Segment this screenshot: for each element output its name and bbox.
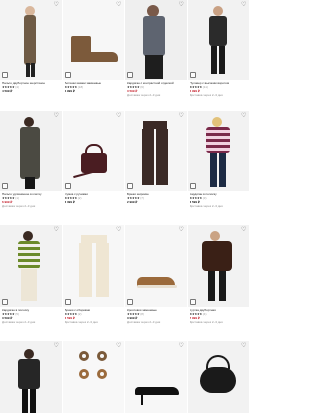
product-card[interactable]: ♡ Кардиган в полоску ★★★★★ (5) 3 599 ₽ Д… [0, 225, 63, 341]
product-card[interactable]: ♡ Пальто двубортное шерстяное ★★★★★ (4) … [0, 0, 63, 111]
bag-icon[interactable] [64, 72, 71, 78]
delivery-note: Доставка через 2–3 дня [2, 204, 36, 208]
delivery-note: Доставка через 2–3 дня [189, 93, 223, 97]
heart-icon[interactable]: ♡ [54, 113, 60, 119]
product-image[interactable]: ♡ [62, 225, 124, 307]
product-card[interactable]: ♡ Кроссовки замшевые ★★★★★ (8) 3 999 ₽ Д… [125, 225, 188, 341]
heart-icon[interactable]: ♡ [116, 227, 122, 233]
heart-icon[interactable]: ♡ [241, 2, 247, 8]
heart-icon[interactable]: ♡ [179, 227, 185, 233]
product-card[interactable]: ♡ Ботинки казаки замшевые ★★★★★ (18) 4 9… [62, 0, 125, 111]
product-card[interactable]: ♡ Пуловер с высоким воротом ★★★★★ (11) 2… [187, 0, 250, 111]
product-card[interactable]: ♡ Пальто удлинённое в клетку ★★★★★ (1) 6… [0, 111, 63, 225]
bag-icon[interactable] [64, 183, 71, 189]
bag-icon[interactable] [127, 299, 133, 305]
product-image[interactable]: ♡ [62, 341, 124, 413]
heart-icon[interactable]: ♡ [241, 227, 247, 233]
product-card[interactable]: ♡ Кардиган с контрастной отделкой ★★★★★ … [125, 0, 188, 111]
heart-icon[interactable]: ♡ [116, 2, 122, 8]
product-image[interactable]: ♡ [187, 111, 249, 191]
product-price: 4 599 ₽ [2, 89, 13, 93]
bag-icon[interactable] [189, 183, 196, 189]
bag-icon[interactable] [2, 183, 8, 189]
product-price: 4 999 ₽ [64, 89, 75, 93]
heart-icon[interactable]: ♡ [241, 343, 247, 349]
product-card[interactable]: ♡ [62, 341, 125, 413]
product-card[interactable]: ♡ Брюки с оборками ★★★★★ (2) 3 599 ₽ Дос… [62, 225, 125, 341]
heart-icon[interactable]: ♡ [241, 113, 247, 119]
product-image[interactable]: ♡ [187, 0, 249, 80]
heart-icon[interactable]: ♡ [54, 227, 60, 233]
delivery-note: Доставка через 2–3 дня [2, 320, 36, 324]
product-card[interactable]: ♡ Кардиган в полоску ★★★★★ (3) 3 599 ₽ Д… [187, 111, 250, 225]
product-card[interactable]: ♡ Брюки широкие ★★★★★ (7) 2 999 ₽ [125, 111, 188, 225]
product-grid: ♡ Пальто двубортное шерстяное ★★★★★ (4) … [0, 0, 250, 413]
product-image[interactable]: ♡ [0, 0, 62, 80]
product-image[interactable]: ♡ [62, 111, 124, 191]
heart-icon[interactable]: ♡ [116, 113, 122, 119]
bag-icon[interactable] [189, 72, 196, 78]
delivery-note: Доставка через 2–3 дня [189, 320, 223, 324]
product-image[interactable]: ♡ [125, 111, 187, 191]
heart-icon[interactable]: ♡ [54, 2, 60, 8]
product-price: 2 999 ₽ [127, 200, 138, 204]
bag-icon[interactable] [127, 183, 133, 189]
product-image[interactable]: ♡ [0, 111, 62, 191]
product-image[interactable]: ♡ [187, 341, 249, 413]
product-card[interactable]: ♡ [0, 341, 63, 413]
heart-icon[interactable]: ♡ [179, 343, 185, 349]
product-image[interactable]: ♡ [0, 341, 62, 413]
bag-icon[interactable] [2, 299, 8, 305]
heart-icon[interactable]: ♡ [179, 2, 185, 8]
product-price: 3 399 ₽ [64, 200, 75, 204]
product-card[interactable]: ♡ Куртка двубортная ★★★★★ (4) 7 999 ₽ До… [187, 225, 250, 341]
product-card[interactable]: ♡ Сумка с ручками ★★★★★ (2) 3 399 ₽ [62, 111, 125, 225]
heart-icon[interactable]: ♡ [179, 113, 185, 119]
delivery-note: Доставка через 2–3 дня [127, 93, 161, 97]
heart-icon[interactable]: ♡ [116, 343, 122, 349]
product-image[interactable]: ♡ [62, 0, 124, 80]
delivery-note: Доставка через 2–3 дня [127, 320, 161, 324]
heart-icon[interactable]: ♡ [54, 343, 60, 349]
bag-icon[interactable] [127, 72, 133, 78]
bag-icon[interactable] [2, 72, 8, 78]
product-card[interactable]: ♡ [125, 341, 188, 413]
product-image[interactable]: ♡ [0, 225, 62, 307]
product-image[interactable]: ♡ [125, 0, 187, 80]
product-image[interactable]: ♡ [187, 225, 249, 307]
delivery-note: Доставка через 2–3 дня [189, 204, 223, 208]
bag-icon[interactable] [64, 299, 71, 305]
product-image[interactable]: ♡ [125, 341, 187, 413]
product-card[interactable]: ♡ [187, 341, 250, 413]
bag-icon[interactable] [189, 299, 196, 305]
delivery-note: Доставка через 2–3 дня [64, 320, 98, 324]
product-image[interactable]: ♡ [125, 225, 187, 307]
